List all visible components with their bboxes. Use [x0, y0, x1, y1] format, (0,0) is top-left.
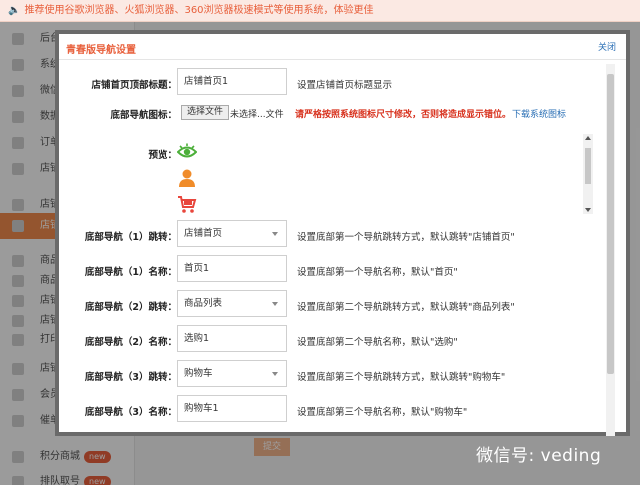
- header-title-label: 店铺首页顶部标题：: [91, 80, 177, 91]
- nav-row-hint: 设置底部第二个导航名称，默认"选购": [297, 337, 458, 348]
- nav-row-hint: 设置底部第一个导航跳转方式，默认跳转"店铺首页": [297, 232, 515, 243]
- field-value: 购物车1: [184, 403, 219, 414]
- dialog-header: 青春版导航设置 关闭: [59, 34, 626, 60]
- nav-row-label: 底部导航（1）跳转：: [84, 232, 177, 243]
- nav-name-input[interactable]: 选购1: [177, 325, 287, 352]
- nav-row-label: 底部导航（2）名称：: [84, 337, 177, 348]
- chevron-down-icon: [272, 302, 278, 306]
- cart-icon: [178, 196, 197, 213]
- browser-notice-text: 推荐使用谷歌浏览器、火狐浏览器、360浏览器极速模式等使用系统，体验更佳: [24, 5, 374, 16]
- chevron-down-icon: [272, 372, 278, 376]
- dialog-scrollbar[interactable]: [606, 64, 615, 436]
- nav-name-input[interactable]: 购物车1: [177, 395, 287, 422]
- scroll-down-icon[interactable]: [585, 208, 591, 212]
- preview-scroll-thumb[interactable]: [585, 148, 591, 184]
- nav-icon-label: 底部导航图标：: [110, 110, 177, 121]
- nav-row-hint: 设置底部第三个导航跳转方式，默认跳转"购物车": [297, 372, 506, 383]
- nav-row-label: 底部导航（3）名称：: [84, 407, 177, 418]
- nav-row-hint: 设置底部第一个导航名称，默认"首页": [297, 267, 458, 278]
- choose-file-button[interactable]: 选择文件: [181, 105, 230, 120]
- file-status-text: 未选择...文件: [230, 110, 284, 120]
- browser-notice-bar: 🔈 推荐使用谷歌浏览器、火狐浏览器、360浏览器极速模式等使用系统，体验更佳: [0, 0, 640, 22]
- nav-name-input[interactable]: 首页1: [177, 255, 287, 282]
- field-value: 首页1: [184, 263, 210, 274]
- nav-link-select[interactable]: 购物车: [177, 360, 287, 387]
- dialog-title: 青春版导航设置: [66, 45, 136, 56]
- icon-preview-area: [177, 134, 595, 214]
- eye-icon: [177, 143, 197, 158]
- person-icon: [179, 169, 195, 187]
- speaker-icon: 🔈: [8, 5, 21, 16]
- watermark-text: 微信号: veding: [476, 446, 602, 466]
- nav-row-label: 底部导航（3）跳转：: [84, 372, 177, 383]
- icon-size-warning: 请严格按照系统图标尺寸修改，否则将造成显示错位。: [295, 110, 512, 120]
- scroll-up-icon[interactable]: [585, 136, 591, 140]
- nav-row-label: 底部导航（2）跳转：: [84, 302, 177, 313]
- field-value: 商品列表: [184, 298, 223, 309]
- dialog-scroll-thumb[interactable]: [607, 74, 614, 374]
- preview-scrollbar[interactable]: [583, 134, 593, 214]
- nav-settings-dialog: 青春版导航设置 关闭 店铺首页顶部标题： 店铺首页1 设置店铺首页标题显示 底部…: [55, 30, 630, 436]
- nav-link-select[interactable]: 店铺首页: [177, 220, 287, 247]
- nav-row-hint: 设置底部第二个导航跳转方式，默认跳转"商品列表": [297, 302, 515, 313]
- nav-row-label: 底部导航（1）名称：: [84, 267, 177, 278]
- preview-label: 预览：: [148, 150, 177, 161]
- nav-link-select[interactable]: 商品列表: [177, 290, 287, 317]
- chevron-down-icon: [272, 232, 278, 236]
- header-title-input[interactable]: 店铺首页1: [177, 68, 287, 95]
- close-button[interactable]: 关闭: [598, 40, 616, 53]
- field-value: 选购1: [184, 333, 210, 344]
- field-value: 店铺首页: [184, 228, 223, 239]
- field-value: 购物车: [184, 368, 213, 379]
- nav-row-hint: 设置底部第三个导航名称，默认"购物车": [297, 407, 468, 418]
- download-icons-link[interactable]: 下载系统图标: [512, 107, 566, 120]
- header-title-hint: 设置店铺首页标题显示: [297, 80, 393, 91]
